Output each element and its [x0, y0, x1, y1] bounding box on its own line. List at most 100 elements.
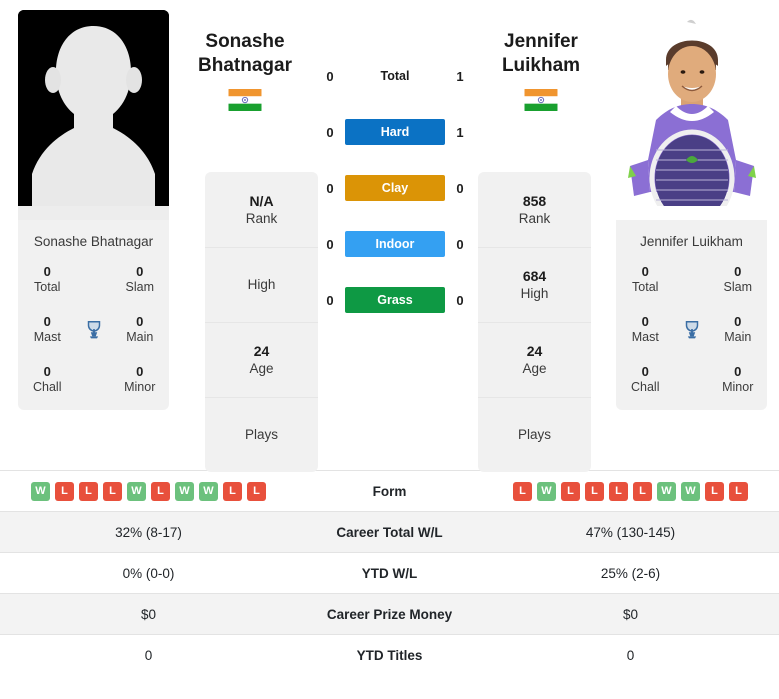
form-badge: L	[585, 481, 604, 501]
form-badge: W	[681, 481, 700, 501]
form-badge: L	[513, 481, 532, 501]
form-left-cell: WLLLWLWWLL	[0, 470, 297, 512]
form-badge: L	[633, 481, 652, 501]
table-row-form: WLLLWLWWLL Form LWLLLLWWLL	[0, 470, 779, 512]
titles-slam-value: 0	[136, 264, 144, 280]
titles-slam: 0 Slam	[709, 264, 768, 296]
h2h-clay-badge[interactable]: Clay	[345, 175, 445, 201]
titles-slam-label: Slam	[723, 280, 752, 295]
player-right-age-label: Age	[522, 361, 547, 377]
titles-total-label: Total	[34, 280, 61, 295]
titles-mast-value: 0	[641, 314, 649, 330]
h2h-row-total: 0 Total 1	[320, 62, 470, 90]
titles-chall: 0 Chall	[616, 364, 675, 396]
form-badge: W	[199, 481, 218, 501]
player-left-rank-label: Rank	[245, 210, 278, 226]
player-left-name-line1: Sonashe	[205, 31, 285, 52]
ytd-wl-label: YTD W/L	[297, 552, 482, 594]
form-badge: L	[79, 481, 98, 501]
table-row-prize-money: $0 Career Prize Money $0	[0, 593, 779, 635]
trophy-icon	[675, 319, 709, 341]
titles-minor: 0 Minor	[111, 364, 170, 396]
titles-mast: 0 Mast	[616, 314, 675, 346]
titles-main-value: 0	[136, 314, 144, 330]
titles-mast: 0 Mast	[18, 314, 77, 346]
player-right-plays-cell: Plays	[478, 397, 591, 472]
h2h-hard-badge[interactable]: Hard	[345, 119, 445, 145]
career-wl-right: 47% (130-145)	[482, 511, 779, 553]
titles-main: 0 Main	[709, 314, 768, 346]
player-left-plays-label: Plays	[244, 427, 278, 443]
form-badge: W	[175, 481, 194, 501]
prize-money-left: $0	[0, 593, 297, 635]
titles-chall-value: 0	[43, 363, 51, 379]
player-right-photo[interactable]	[616, 10, 767, 220]
player-right-card-name: Jennifer Luikham	[640, 234, 743, 249]
form-strip-left: WLLLWLWWLL	[0, 481, 297, 501]
player-left-age-value: 24	[253, 343, 270, 360]
form-badge: L	[729, 481, 748, 501]
form-strip-right: LWLLLLWWLL	[482, 481, 779, 501]
player-right-rank-cell: 858 Rank	[478, 172, 591, 247]
player-comparison-header: Sonashe Bhatnagar 0 Total 0 Slam 0 Mast	[0, 0, 779, 472]
form-badge: L	[55, 481, 74, 501]
form-badge: W	[127, 481, 146, 501]
table-row-ytd-titles: 0 YTD Titles 0	[0, 634, 779, 676]
titles-slam-label: Slam	[125, 280, 154, 295]
titles-minor-value: 0	[734, 363, 742, 379]
h2h-clay-left: 0	[326, 180, 334, 196]
trophy-icon	[77, 319, 111, 341]
player-left-high-cell: High	[205, 247, 318, 322]
player-right-name-block: Jennifer Luikham	[466, 30, 616, 111]
titles-total-value: 0	[43, 264, 51, 280]
titles-total: 0 Total	[18, 264, 77, 296]
player-left-plays-cell: Plays	[205, 397, 318, 472]
player-right-age-value: 24	[526, 343, 543, 360]
player-left-photo[interactable]	[18, 10, 169, 220]
titles-slam-value: 0	[734, 264, 742, 280]
player-left-name-line2: Bhatnagar	[198, 55, 292, 77]
form-badge: L	[103, 481, 122, 501]
h2h-grass-left: 0	[326, 292, 334, 308]
form-badge: W	[537, 481, 556, 501]
flag-india-icon-right	[524, 88, 558, 111]
titles-mast-label: Mast	[631, 330, 659, 345]
titles-chall-label: Chall	[33, 380, 62, 395]
ytd-titles-left: 0	[0, 634, 297, 676]
h2h-hard-left: 0	[326, 124, 334, 140]
h2h-hard-right: 1	[456, 124, 464, 140]
titles-main-label: Main	[724, 330, 752, 345]
h2h-grass-badge[interactable]: Grass	[345, 287, 445, 313]
titles-total: 0 Total	[616, 264, 675, 296]
form-badge: L	[705, 481, 724, 501]
prize-money-label: Career Prize Money	[297, 593, 482, 635]
h2h-row-grass: 0 Grass 0	[320, 286, 470, 314]
table-row-ytd-wl: 0% (0-0) YTD W/L 25% (2-6)	[0, 552, 779, 594]
form-right-cell: LWLLLLWWLL	[482, 470, 779, 512]
h2h-row-hard: 0 Hard 1	[320, 118, 470, 146]
player-right-age-cell: 24 Age	[478, 322, 591, 397]
player-right-high-label: High	[520, 286, 549, 302]
player-left-high-label: High	[247, 277, 276, 293]
player-left-column: Sonashe Bhatnagar 0 Total 0 Slam 0 Mast	[18, 10, 173, 410]
player-left-rank-panel: N/A Rank High 24 Age Plays	[205, 172, 318, 472]
titles-main-value: 0	[734, 314, 742, 330]
titles-minor-label: Minor	[722, 380, 754, 395]
form-badge: L	[247, 481, 266, 501]
form-badge: L	[223, 481, 242, 501]
career-wl-label: Career Total W/L	[297, 511, 482, 553]
player-left-titles-grid: 0 Total 0 Slam 0 Mast 0 Main 0 Chall 0 M…	[18, 264, 169, 396]
h2h-indoor-badge[interactable]: Indoor	[345, 231, 445, 257]
player-left-age-cell: 24 Age	[205, 322, 318, 397]
form-badge: W	[657, 481, 676, 501]
player-right-rank-value: 858	[522, 192, 547, 209]
table-row-career-wl: 32% (8-17) Career Total W/L 47% (130-145…	[0, 511, 779, 553]
titles-chall: 0 Chall	[18, 364, 77, 396]
form-row-label: Form	[297, 470, 482, 512]
player-right-rank-label: Rank	[518, 210, 551, 226]
h2h-indoor-left: 0	[326, 236, 334, 252]
titles-main-label: Main	[126, 330, 154, 345]
ytd-wl-left: 0% (0-0)	[0, 552, 297, 594]
player-right-high-value: 684	[522, 268, 547, 285]
player-right-name-line1: Jennifer	[504, 31, 578, 52]
